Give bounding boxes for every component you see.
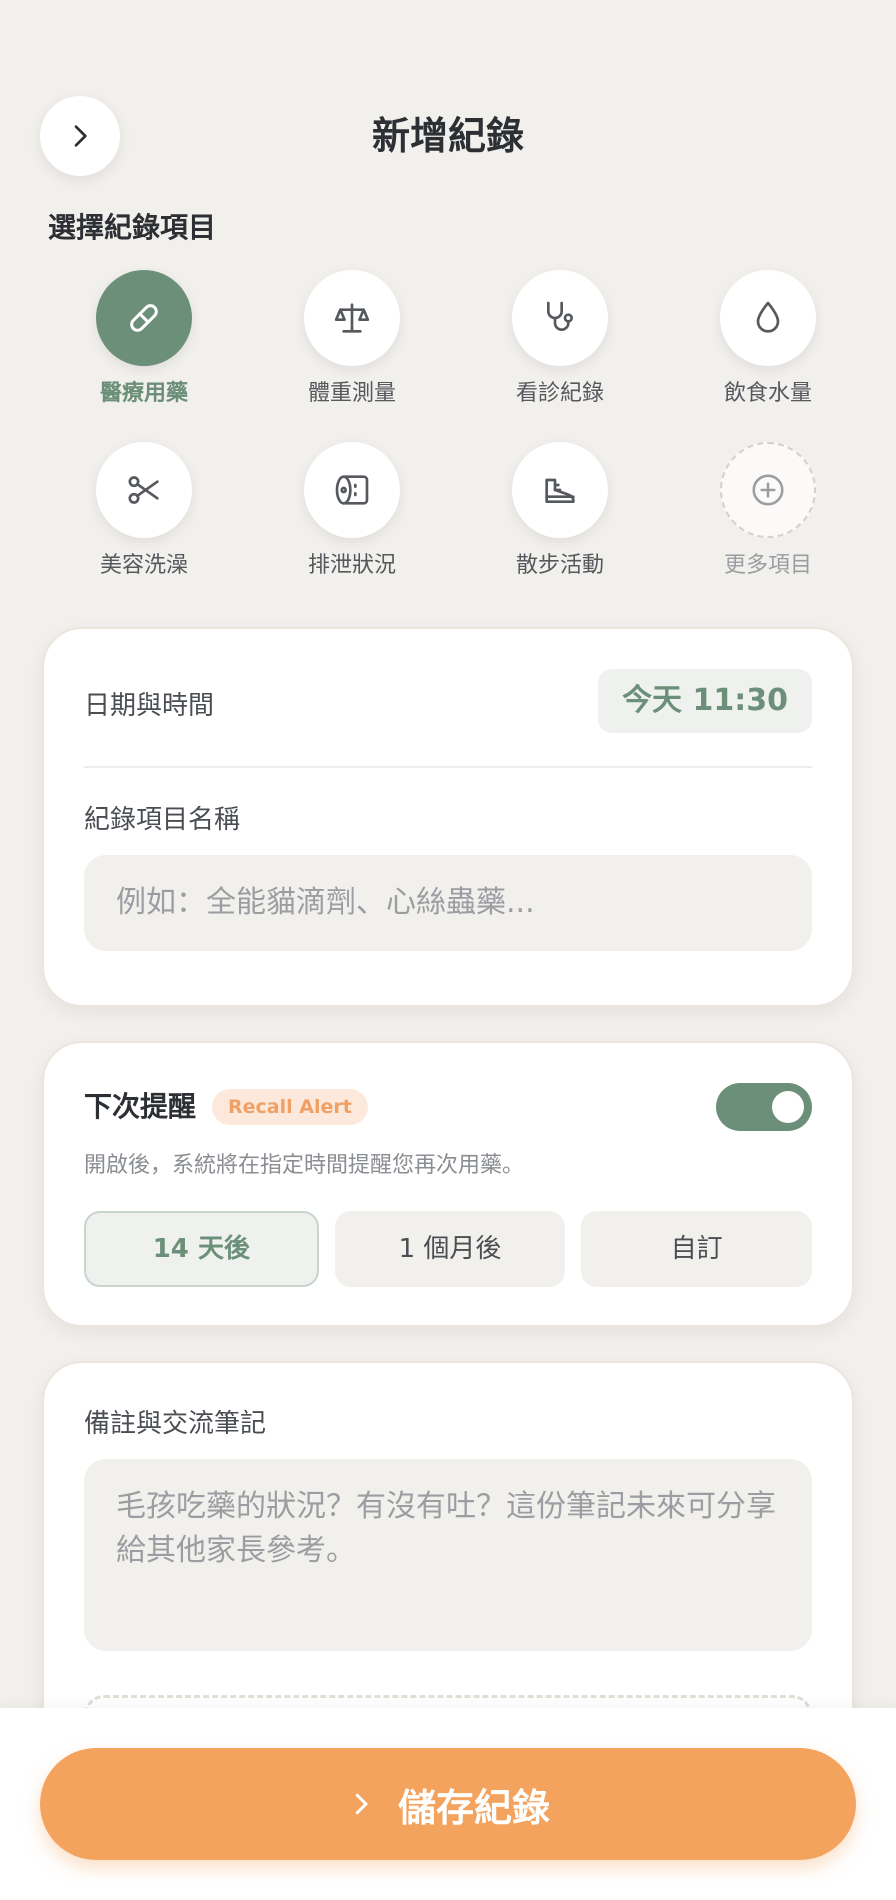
datetime-row: 日期與時間 今天 11:30 (84, 669, 812, 733)
category-label: 醫療用藥 (99, 381, 188, 406)
save-button[interactable]: 儲存紀錄 (40, 1748, 856, 1860)
save-label: 儲存紀錄 (397, 1785, 550, 1830)
footer-bar: 儲存紀錄 (0, 1708, 896, 1900)
section-label: 選擇紀錄項目 (48, 211, 217, 244)
option-14-days[interactable]: 14 天後 (84, 1211, 319, 1287)
category-food-water[interactable]: 飲食水量 (664, 270, 872, 408)
reminder-description: 開啟後，系統將在指定時間提醒您再次用藥。 (84, 1153, 525, 1178)
chevron-right-icon (355, 1793, 368, 1815)
reminder-title: 下次提醒 (84, 1090, 197, 1123)
category-vet-visit[interactable]: 看診紀錄 (456, 270, 664, 408)
recall-alert-badge: Recall Alert (212, 1089, 368, 1125)
page-title: 新增紀錄 (371, 114, 524, 158)
record-name-input[interactable]: 例如：全能貓滴劑、心絲蟲藥... (84, 855, 812, 951)
notes-label: 備註與交流筆記 (84, 1409, 267, 1439)
category-medication[interactable]: 醫療用藥 (40, 270, 248, 408)
category-circle[interactable] (96, 442, 192, 538)
category-circle[interactable] (512, 270, 608, 366)
scissors-icon (128, 476, 159, 504)
reminder-toggle[interactable] (716, 1083, 812, 1131)
category-label: 排泄狀況 (307, 553, 396, 578)
record-details-card: 日期與時間 今天 11:30 紀錄項目名稱 例如：全能貓滴劑、心絲蟲藥... (42, 627, 854, 1007)
category-excretion[interactable]: 排泄狀況 (248, 442, 456, 580)
option-custom[interactable]: 自訂 (581, 1211, 813, 1287)
toggle-knob (772, 1091, 804, 1123)
water-drop-icon (756, 301, 780, 333)
category-circle[interactable] (96, 270, 192, 366)
category-grooming[interactable]: 美容洗澡 (40, 442, 248, 580)
category-label: 看診紀錄 (515, 381, 604, 406)
category-label: 美容洗澡 (99, 553, 188, 578)
category-circle[interactable] (720, 442, 816, 538)
divider (84, 766, 812, 768)
reminder-card: 下次提醒 Recall Alert 開啟後，系統將在指定時間提醒您再次用藥。 1… (42, 1041, 854, 1327)
record-name-label: 紀錄項目名稱 (84, 805, 241, 835)
sneaker-icon (545, 478, 575, 503)
header: 新增紀錄 (40, 96, 856, 176)
category-label: 散步活動 (515, 553, 604, 578)
category-circle[interactable] (304, 270, 400, 366)
category-circle[interactable] (720, 270, 816, 366)
category-label: 更多項目 (723, 553, 812, 578)
pill-icon (130, 304, 158, 332)
reminder-options: 14 天後 1 個月後 自訂 (84, 1211, 813, 1287)
plus-circle-icon (752, 474, 784, 506)
toilet-paper-icon (335, 475, 369, 505)
option-1-month[interactable]: 1 個月後 (334, 1211, 566, 1287)
category-weight[interactable]: 體重測量 (248, 270, 456, 408)
datetime-label: 日期與時間 (84, 691, 215, 721)
category-circle[interactable] (512, 442, 608, 538)
category-grid: 醫療用藥 體重測量 看診紀錄 飲食水量 美容洗澡 排泄狀況 散步活動 更多項目 (40, 270, 856, 580)
category-walk[interactable]: 散步活動 (456, 442, 664, 580)
category-label: 飲食水量 (723, 381, 812, 406)
category-more[interactable]: 更多項目 (664, 442, 872, 580)
category-circle[interactable] (304, 442, 400, 538)
scale-icon (334, 303, 370, 333)
datetime-chip[interactable]: 今天 11:30 (598, 669, 812, 733)
stethoscope-icon (547, 301, 573, 331)
notes-textarea[interactable]: 毛孩吃藥的狀況？有沒有吐？這份筆記未來可分享給其他家長參考。 (84, 1459, 812, 1651)
category-label: 體重測量 (307, 381, 396, 406)
